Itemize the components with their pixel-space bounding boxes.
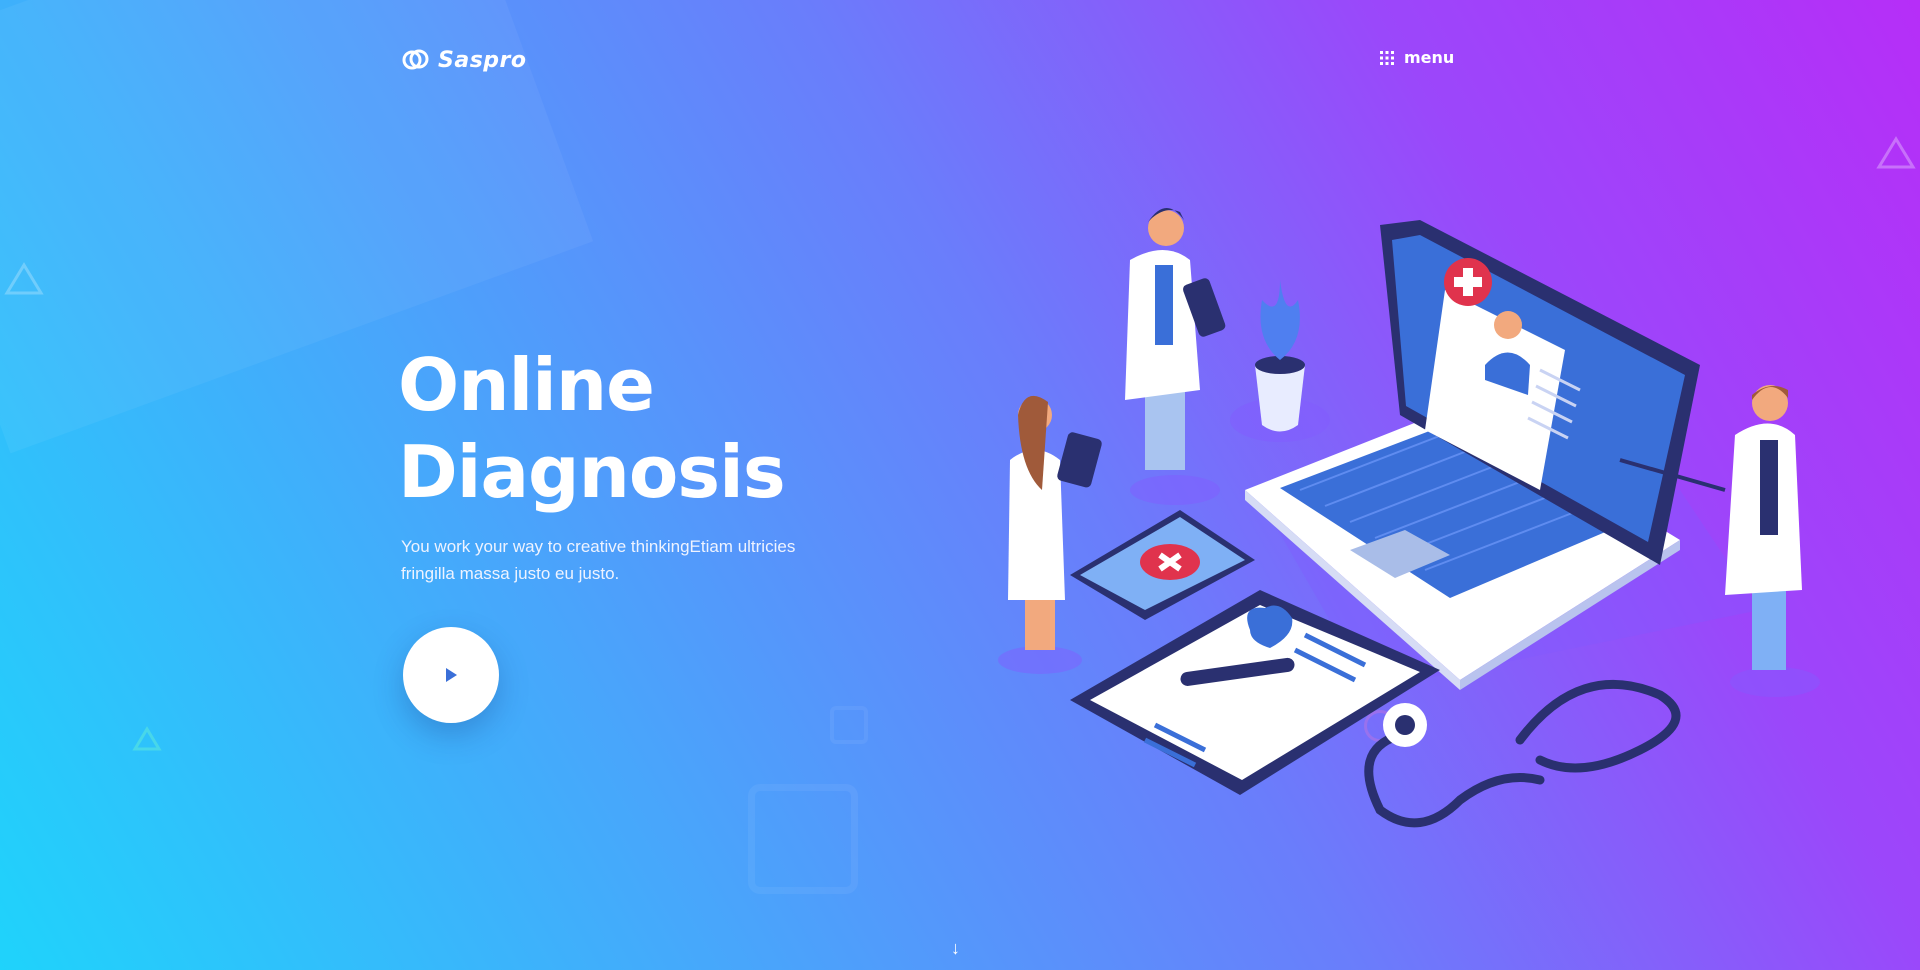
plant-pot — [1255, 365, 1305, 432]
triangle-outline-decor — [132, 726, 162, 751]
xray-tablet — [1057, 432, 1102, 488]
stethoscope — [1364, 679, 1681, 828]
brand-name: Saspro — [438, 47, 527, 73]
doctor-shadow — [1130, 475, 1220, 505]
play-icon — [446, 668, 457, 682]
online-diagnosis-illustration — [998, 207, 1820, 828]
triangle-outline-decor — [1876, 136, 1916, 169]
double-ring-logo-icon — [402, 49, 429, 70]
doctor-legs — [1145, 390, 1185, 470]
hero-title-line: Diagnosis — [398, 430, 786, 514]
brand-logo[interactable]: Saspro — [402, 46, 527, 74]
play-video-button[interactable] — [403, 627, 499, 723]
menu-button[interactable]: menu — [1380, 48, 1454, 67]
doctor-pointing-shadow — [1730, 667, 1820, 697]
nurse-shadow — [998, 646, 1082, 674]
menu-label: menu — [1404, 48, 1455, 67]
grid-dots-icon — [1380, 50, 1394, 65]
patient-avatar-head — [1494, 311, 1522, 339]
hero-description: You work your way to creative thinkingEt… — [401, 537, 796, 583]
plant-leaves — [1260, 280, 1300, 360]
triangle-outline-decor — [4, 262, 44, 295]
hero-title-line: Online — [398, 343, 655, 427]
scroll-down-arrow-icon[interactable]: ↓ — [951, 938, 960, 959]
square-outline-decor — [748, 784, 858, 894]
hero-title: Online Diagnosis — [398, 342, 786, 516]
square-outline-decor — [830, 706, 868, 744]
